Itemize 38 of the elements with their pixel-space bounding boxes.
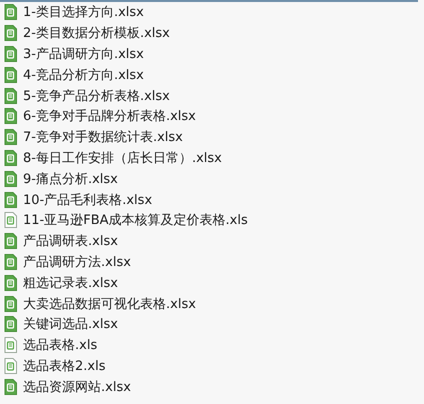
file-name[interactable]: 粗选记录表.xlsx — [23, 274, 118, 292]
file-name[interactable]: 8-每日工作安排（店长日常）.xlsx — [23, 148, 222, 167]
spreadsheet-file-icon — [4, 212, 17, 228]
spreadsheet-file-icon — [4, 316, 17, 332]
file-name[interactable]: 选品表格2.xls — [23, 356, 106, 375]
file-name[interactable]: 10-产品毛利表格.xlsx — [23, 190, 152, 209]
spreadsheet-file-icon — [4, 129, 17, 146]
spreadsheet-file-icon — [4, 170, 17, 187]
spreadsheet-file-icon — [4, 337, 17, 354]
file-name[interactable]: 7-竞争对手数据统计表.xlsx — [23, 128, 183, 146]
file-name[interactable]: 选品表格.xls — [23, 336, 98, 354]
file-name[interactable]: 产品调研方法.xlsx — [23, 252, 131, 271]
spreadsheet-file-icon — [4, 150, 17, 166]
spreadsheet-file-icon — [4, 66, 17, 83]
spreadsheet-file-icon — [4, 46, 17, 62]
spreadsheet-file-icon — [4, 192, 17, 208]
file-name[interactable]: 关键词选品.xlsx — [23, 315, 118, 334]
file-name[interactable]: 1-类目选择方向.xlsx — [23, 3, 144, 22]
file-name[interactable]: 选品资源网站.xlsx — [23, 378, 131, 396]
spreadsheet-file-icon — [4, 233, 17, 250]
file-name[interactable]: 5-竞争产品分析表格.xlsx — [23, 86, 170, 105]
spreadsheet-file-icon — [4, 296, 17, 312]
spreadsheet-file-icon — [4, 274, 17, 291]
file-name[interactable]: 产品调研表.xlsx — [23, 232, 118, 250]
spreadsheet-file-icon — [4, 88, 17, 104]
file-name[interactable]: 大卖选品数据可视化表格.xlsx — [23, 294, 196, 313]
file-name[interactable]: 2-类目数据分析模板.xlsx — [23, 24, 170, 42]
spreadsheet-file-icon — [4, 358, 17, 374]
file-name[interactable]: 4-竞品分析方向.xlsx — [23, 66, 144, 84]
spreadsheet-file-icon — [4, 4, 17, 20]
file-name[interactable]: 11-亚马逊FBA成本核算及定价表格.xls — [23, 211, 248, 230]
spreadsheet-file-icon — [4, 108, 17, 124]
spreadsheet-file-icon — [4, 378, 17, 395]
spreadsheet-file-icon — [4, 254, 17, 270]
file-name[interactable]: 3-产品调研方向.xlsx — [23, 44, 144, 63]
spreadsheet-file-icon — [4, 25, 17, 42]
file-name[interactable]: 6-竞争对手品牌分析表格.xlsx — [23, 107, 196, 126]
file-name[interactable]: 9-痛点分析.xlsx — [23, 170, 118, 188]
